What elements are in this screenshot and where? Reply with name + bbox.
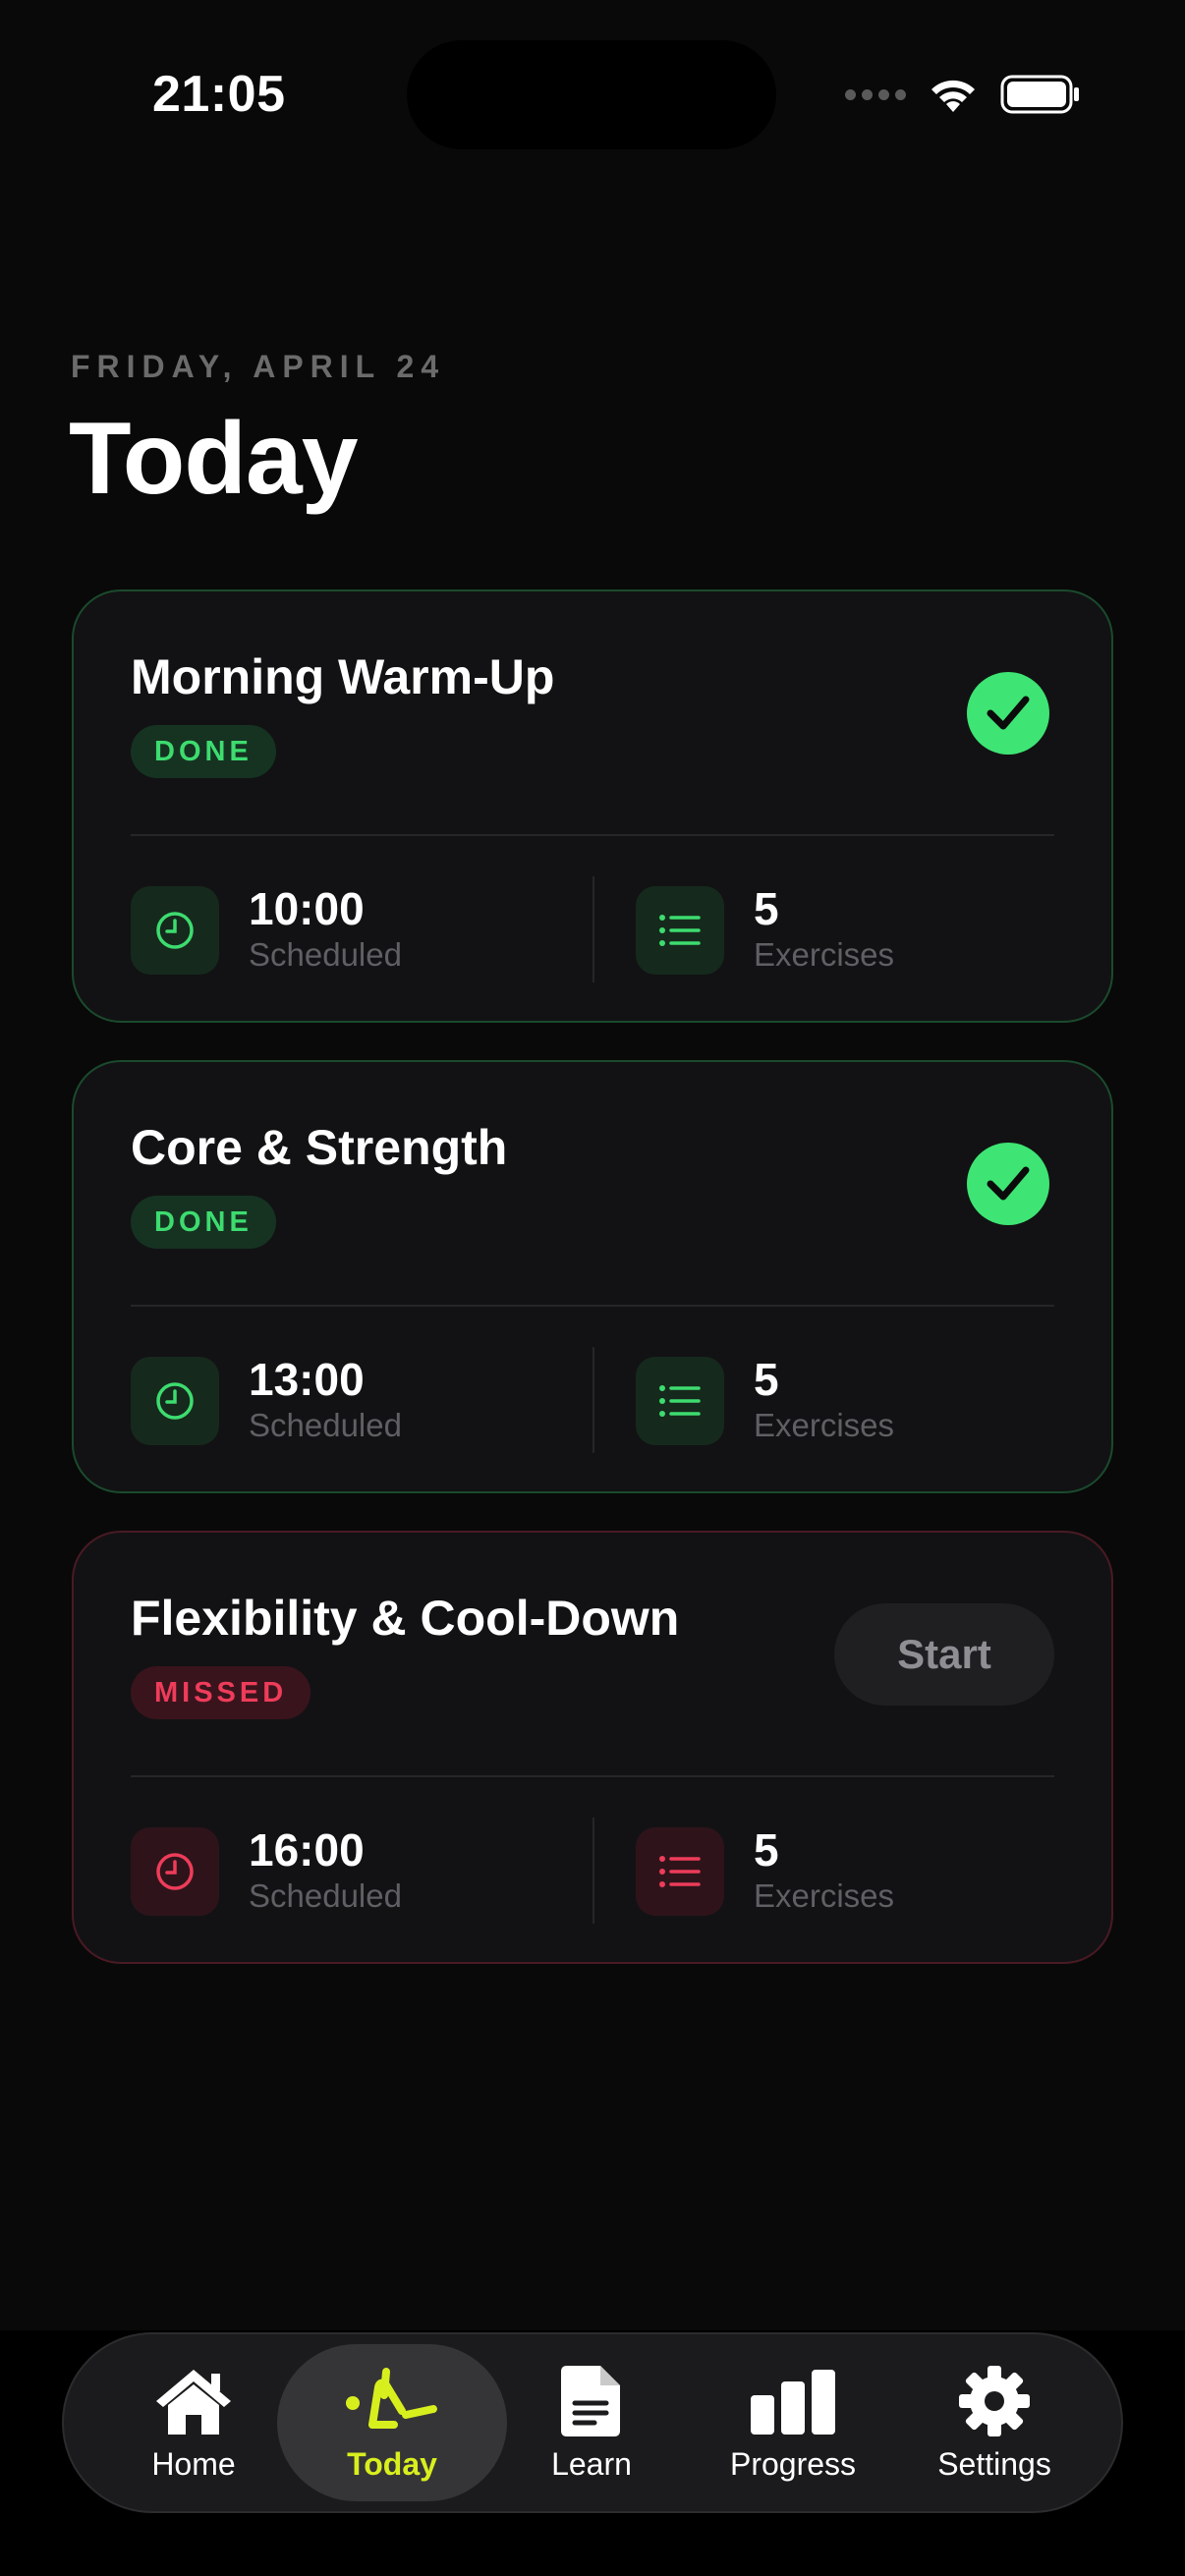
tab-settings[interactable]: Settings <box>886 2344 1102 2501</box>
tab-label: Home <box>151 2445 236 2482</box>
battery-icon <box>1000 75 1079 114</box>
date-eyebrow: FRIDAY, APRIL 24 <box>71 349 446 384</box>
session-card-core-strength[interactable]: Core & Strength DONE 13:00 Scheduled 5 E… <box>72 1060 1113 1493</box>
clock-icon <box>131 886 219 975</box>
scheduled-time: 16:00 <box>249 1824 365 1876</box>
tab-learn[interactable]: Learn <box>483 2344 700 2501</box>
wifi-icon <box>931 80 975 112</box>
exercise-icon <box>343 2364 441 2438</box>
tab-progress[interactable]: Progress <box>685 2344 901 2501</box>
card-divider <box>131 1305 1054 1307</box>
tab-label: Learn <box>551 2445 632 2482</box>
scheduled-time-stat: 10:00 Scheduled <box>131 884 402 977</box>
start-button[interactable]: Start <box>834 1603 1054 1706</box>
document-icon <box>561 2364 622 2438</box>
scheduled-label: Scheduled <box>249 1877 402 1914</box>
session-title: Core & Strength <box>131 1120 508 1175</box>
card-divider <box>131 1775 1054 1777</box>
session-card-flexibility-cool-down[interactable]: Flexibility & Cool-Down MISSED Start 16:… <box>72 1531 1113 1964</box>
session-card-morning-warm-up[interactable]: Morning Warm-Up DONE 10:00 Scheduled 5 E… <box>72 589 1113 1023</box>
today-screen: 21:05 FRIDAY, APRIL 24 Today Morning War… <box>0 0 1185 2576</box>
cellular-signal-icon <box>845 88 906 100</box>
exercises-label: Exercises <box>754 1407 895 1443</box>
exercise-count: 5 <box>754 1354 779 1405</box>
tab-label: Settings <box>937 2445 1051 2482</box>
exercises-label: Exercises <box>754 1877 895 1914</box>
status-badge: MISSED <box>131 1666 311 1719</box>
exercises-stat: 5 Exercises <box>636 1825 894 1918</box>
stat-divider <box>592 1818 594 1924</box>
dynamic-island <box>407 40 776 149</box>
session-title: Morning Warm-Up <box>131 649 555 704</box>
card-divider <box>131 834 1054 836</box>
status-time: 21:05 <box>152 66 286 123</box>
completed-check-icon <box>967 1143 1049 1225</box>
completed-check-icon <box>967 672 1049 755</box>
bar-chart-icon <box>749 2364 837 2438</box>
scheduled-label: Scheduled <box>249 1407 402 1443</box>
status-badge: DONE <box>131 1196 276 1249</box>
scheduled-time-stat: 13:00 Scheduled <box>131 1355 402 1447</box>
tab-today[interactable]: Today <box>277 2344 507 2501</box>
exercise-count: 5 <box>754 1824 779 1876</box>
tab-label: Progress <box>729 2445 857 2482</box>
exercises-label: Exercises <box>754 936 895 973</box>
session-title: Flexibility & Cool-Down <box>131 1591 680 1646</box>
stat-divider <box>592 876 594 982</box>
tab-label: Today <box>347 2445 437 2482</box>
home-icon <box>152 2364 235 2438</box>
list-icon <box>636 1827 724 1916</box>
scheduled-time: 10:00 <box>249 883 365 934</box>
gear-icon <box>957 2364 1032 2438</box>
status-indicators <box>845 75 1081 114</box>
exercise-count: 5 <box>754 883 779 934</box>
tab-bar: Home Today Learn Progress Settings <box>62 2332 1123 2513</box>
scheduled-time-stat: 16:00 Scheduled <box>131 1825 402 1918</box>
scheduled-label: Scheduled <box>249 936 402 973</box>
scheduled-time: 13:00 <box>249 1354 365 1405</box>
list-icon <box>636 886 724 975</box>
clock-icon <box>131 1357 219 1445</box>
status-badge: DONE <box>131 725 276 778</box>
list-icon <box>636 1357 724 1445</box>
exercises-stat: 5 Exercises <box>636 884 894 977</box>
stat-divider <box>592 1347 594 1453</box>
clock-icon <box>131 1827 219 1916</box>
exercises-stat: 5 Exercises <box>636 1355 894 1447</box>
tab-home[interactable]: Home <box>85 2344 302 2501</box>
page-title: Today <box>69 402 359 516</box>
